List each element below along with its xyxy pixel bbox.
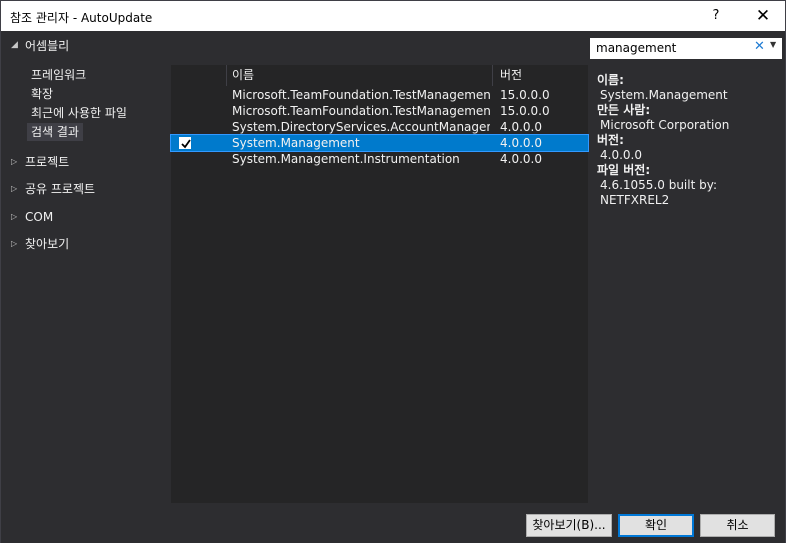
row-name: System.DirectoryServices.AccountManageme… [232,120,490,134]
detail-author-value: Microsoft Corporation [600,118,730,132]
detail-name-value: System.Management [600,88,728,102]
row-name: Microsoft.TeamFoundation.TestManagement.… [232,88,490,102]
expanded-arrow-icon[interactable]: ◢ [11,35,18,55]
window-title: 참조 관리자 - AutoUpdate [10,11,153,25]
browse-button[interactable]: 찾아보기(B)... [526,514,612,537]
list-header: 이름 버전 [171,65,588,86]
list-row-selected[interactable]: System.Management 4.0.0.0 [170,134,589,152]
category-assemblies-label: 어셈블리 [25,39,70,53]
assembly-list: 이름 버전 Microsoft.TeamFoundation.TestManag… [170,65,589,503]
category-projects[interactable]: ▷ 프로젝트 [1,152,169,172]
row-version: 15.0.0.0 [500,104,550,118]
title-bar: 참조 관리자 - AutoUpdate ? ✕ [1,1,785,31]
name-column-header[interactable]: 이름 [228,65,493,86]
clear-search-icon[interactable]: ✕ [754,39,765,54]
version-column-header[interactable]: 버전 [494,65,588,86]
category-projects-label: 프로젝트 [25,155,70,169]
help-button[interactable]: ? [701,5,731,27]
dialog-footer: 찾아보기(B)... 확인 취소 [1,507,785,543]
row-version: 4.0.0.0 [500,120,542,134]
checkmark-icon [181,139,191,149]
collapsed-arrow-icon[interactable]: ▷ [11,207,17,227]
row-version: 4.0.0.0 [500,152,542,166]
details-panel: 이름: System.Management 만든 사람: Microsoft C… [597,73,782,208]
list-row[interactable]: System.DirectoryServices.AccountManageme… [171,119,588,135]
sidebar-item-search-results[interactable]: 검색 결과 [27,123,83,141]
search-dropdown-icon[interactable]: ▼ [770,40,776,49]
reference-manager-dialog: 참조 관리자 - AutoUpdate ? ✕ ◢ 어셈블리 프레임워크 확장 … [0,0,786,543]
search-input[interactable]: management [596,41,676,55]
category-shared-projects-label: 공유 프로젝트 [25,182,96,196]
list-row[interactable]: System.Management.Instrumentation 4.0.0.… [171,151,588,167]
row-name: System.Management [232,136,360,150]
checkbox-column-header[interactable] [171,65,227,86]
category-assemblies[interactable]: ◢ 어셈블리 [1,36,169,56]
close-button[interactable]: ✕ [741,3,785,29]
list-row[interactable]: Microsoft.TeamFoundation.TestManagement.… [171,87,588,103]
row-version: 4.0.0.0 [500,136,542,150]
collapsed-arrow-icon[interactable]: ▷ [11,234,17,254]
row-name: Microsoft.TeamFoundation.TestManagement.… [232,104,490,118]
sidebar-item-recent[interactable]: 최근에 사용한 파일 [27,104,131,122]
row-name: System.Management.Instrumentation [232,152,460,166]
detail-name-label: 이름: [597,73,624,87]
row-version: 15.0.0.0 [500,88,550,102]
detail-version-label: 버전: [597,133,624,147]
category-browse-label: 찾아보기 [25,237,70,251]
collapsed-arrow-icon[interactable]: ▷ [11,152,17,172]
detail-version-value: 4.0.0.0 [600,148,642,162]
category-com[interactable]: ▷ COM [1,207,169,227]
list-row[interactable]: Microsoft.TeamFoundation.TestManagement.… [171,103,588,119]
category-browse[interactable]: ▷ 찾아보기 [1,234,169,254]
detail-file-version-label: 파일 버전: [597,163,651,177]
cancel-button[interactable]: 취소 [700,514,775,537]
ok-button[interactable]: 확인 [618,514,694,537]
category-sidebar: ◢ 어셈블리 프레임워크 확장 최근에 사용한 파일 검색 결과 ▷ 프로젝트 … [1,32,169,507]
category-shared-projects[interactable]: ▷ 공유 프로젝트 [1,179,169,199]
search-box[interactable]: management ✕ ▼ [590,38,782,59]
category-com-label: COM [25,210,54,224]
sidebar-item-extensions[interactable]: 확장 [27,85,57,103]
detail-file-version-value: 4.6.1055.0 built by: NETFXREL2 [600,178,717,207]
sidebar-item-framework[interactable]: 프레임워크 [27,66,90,84]
collapsed-arrow-icon[interactable]: ▷ [11,179,17,199]
row-checkbox[interactable] [179,137,191,149]
detail-author-label: 만든 사람: [597,103,651,117]
